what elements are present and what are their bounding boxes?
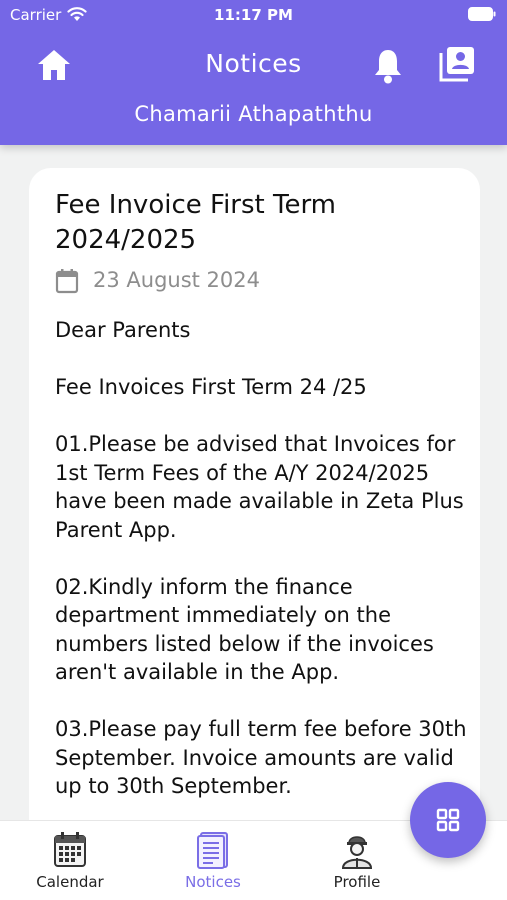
profile-book-icon[interactable] [438, 45, 476, 83]
tab-label-profile: Profile [333, 873, 381, 891]
apps-fab-button[interactable] [410, 782, 486, 858]
page-title: Notices [205, 49, 302, 78]
tab-notices[interactable]: Notices [153, 821, 273, 900]
tab-label-notices: Notices [185, 873, 241, 891]
tab-calendar[interactable]: Calendar [10, 821, 130, 900]
calendar-icon [55, 269, 79, 294]
notice-card[interactable]: Fee Invoice First Term 2024/2025 23 Augu… [29, 168, 480, 868]
notice-date: 23 August 2024 [93, 268, 261, 292]
bell-icon[interactable] [371, 47, 405, 85]
notices-icon [197, 832, 228, 869]
tab-label-calendar: Calendar [36, 873, 104, 891]
user-name: Chamarii Athapaththu [134, 102, 373, 126]
tab-profile[interactable]: Profile [297, 821, 417, 900]
app-header: Carrier 11:17 PM Notices Chamarii Athapa… [0, 0, 507, 145]
calendar-icon [54, 832, 86, 867]
battery-icon [468, 7, 496, 21]
grid-icon [436, 808, 460, 832]
status-time: 11:17 PM [214, 6, 293, 24]
profile-icon [341, 836, 373, 869]
status-bar: Carrier 11:17 PM [0, 0, 507, 30]
notice-body: Dear Parents Fee Invoices First Term 24 … [55, 318, 467, 798]
notice-title: Fee Invoice First Term 2024/2025 [55, 190, 337, 255]
